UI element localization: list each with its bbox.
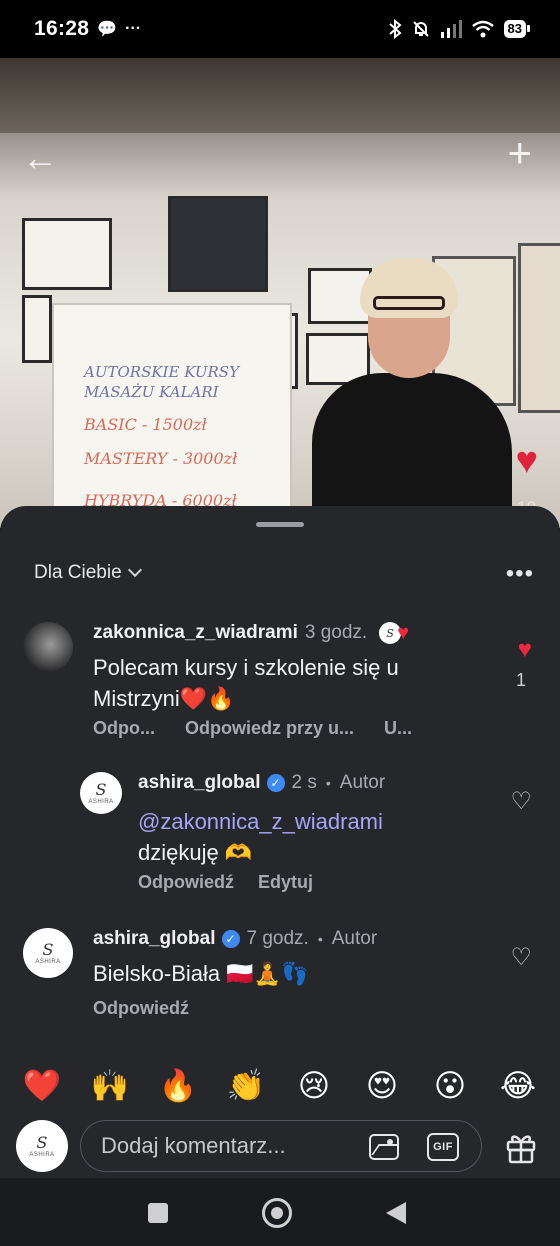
flipchart-line: MASAŻU KALARI [84, 383, 219, 401]
comment-header: ashira_global ✓ 7 godz. • Autor [93, 928, 377, 950]
comment-actions: Odpowiedź [93, 998, 189, 1019]
comment-time: 3 godz. [304, 622, 368, 643]
comment-header: zakonnica_z_wiadrami 3 godz. S ♥ [93, 622, 409, 644]
comment-input[interactable]: Dodaj komentarz... GIF [80, 1120, 482, 1172]
emoji-surprised-button[interactable]: 😮 [428, 1070, 472, 1102]
separator-dot: • [325, 775, 331, 791]
avatar[interactable]: S ASHIRA [80, 772, 122, 814]
filter-label: Dla Ciebie [34, 562, 122, 583]
wifi-icon [471, 20, 494, 38]
plus-icon[interactable]: + [507, 132, 532, 174]
anatomy-poster [518, 243, 560, 413]
emoji-fire-button[interactable]: 🔥 [156, 1070, 200, 1102]
emoji-heart-button[interactable]: ❤️ [20, 1070, 64, 1102]
verified-badge-icon: ✓ [266, 774, 285, 792]
comment-username[interactable]: zakonnica_z_wiadrami [93, 622, 298, 644]
home-circle-icon[interactable] [262, 1198, 292, 1228]
reply-button[interactable]: Odpowiedź [138, 872, 234, 893]
like-count: 1 [515, 670, 526, 690]
comment-username[interactable]: ashira_global [138, 772, 261, 794]
mention-link[interactable]: @zakonnica_z_wiadrami [138, 806, 468, 837]
emoji-raised-hands-button[interactable]: 🙌 [88, 1070, 132, 1102]
comment-text: @zakonnica_z_wiadrami dziękuję 🫶 [138, 806, 468, 868]
emoji-heart-eyes-button[interactable]: 😍 [360, 1070, 404, 1102]
ashira-logo-text: ASHIRA [35, 958, 61, 965]
emoji-laughing-button[interactable]: 😂 [496, 1070, 540, 1102]
chevron-down-icon [127, 562, 142, 578]
avatar[interactable]: S ASHIRA [23, 928, 73, 978]
wall-certificate [22, 295, 52, 363]
comment-item: S ASHIRA ashira_global ✓ 7 godz. • Autor… [0, 924, 560, 1034]
verified-badge-icon: ✓ [221, 930, 240, 948]
video-ceiling [0, 58, 560, 133]
flipchart-line: BASIC - 1500zł [84, 415, 207, 434]
edit-button[interactable]: Edytuj [258, 872, 313, 893]
signal-icon [440, 20, 462, 38]
comment-input-placeholder: Dodaj komentarz... [101, 1133, 286, 1158]
presenter-body [312, 373, 512, 528]
wall-certificate [168, 196, 268, 292]
like-heart-outline-icon[interactable]: ♡ [510, 946, 532, 970]
more-dots-icon: ··· [125, 20, 142, 37]
comment-actions: Odpo... Odpowiedz przy u... U... [93, 718, 412, 739]
author-liked-badge: S ♥ [379, 622, 409, 644]
comment-text: Bielsko-Biała 🇵🇱🧘👣 [93, 961, 309, 986]
comments-filter-dropdown[interactable]: Dla Ciebie [34, 562, 142, 584]
comment-body: dziękuję 🫶 [138, 840, 253, 865]
wall-certificate [22, 218, 112, 290]
avatar[interactable] [23, 622, 73, 672]
emoji-clap-button[interactable]: 👏 [224, 1070, 268, 1102]
gif-icon[interactable]: GIF [427, 1133, 459, 1161]
mute-icon [412, 21, 429, 37]
status-time: 16:28 [34, 17, 90, 40]
reply-button[interactable]: Odpo... [93, 718, 155, 739]
flipchart-line: AUTORSKIE KURSY [84, 363, 239, 381]
comment-reply-item: S ASHIRA ashira_global ✓ 2 s • Autor @za… [0, 768, 560, 908]
comment-action-button[interactable]: U... [384, 718, 412, 739]
comment-time: 2 s [291, 772, 317, 793]
comment-username[interactable]: ashira_global [93, 928, 216, 950]
reply-privately-button[interactable]: Odpowiedz przy u... [185, 718, 354, 739]
comment-text: Polecam kursy i szkolenie się u Mistrzyn… [93, 655, 399, 711]
ashira-logo-mark: S [95, 779, 107, 799]
flipchart: AUTORSKIE KURSY MASAŻU KALARI BASIC - 15… [52, 303, 292, 528]
comment-header: ashira_global ✓ 2 s • Autor [138, 772, 385, 794]
emoji-crying-button[interactable]: 😢 [292, 1070, 336, 1102]
video-like-heart-icon[interactable]: ♥ [515, 442, 538, 480]
like-heart-icon[interactable]: ♥ [518, 638, 532, 662]
status-bar: 16:28 💬 ··· 83 [0, 0, 560, 58]
ashira-logo-mark: S [42, 939, 54, 959]
system-nav-bar [0, 1178, 560, 1246]
ashira-logo-mark: S [36, 1132, 48, 1152]
emoji-reaction-bar: ❤️ 🙌 🔥 👏 😢 😍 😮 😂 [0, 1058, 560, 1114]
like-heart-outline-icon[interactable]: ♡ [510, 790, 532, 814]
comment-actions: Odpowiedź Edytuj [138, 872, 313, 893]
comment-input-row: S ASHIRA Dodaj komentarz... GIF [0, 1116, 560, 1178]
flipchart-line: MASTERY - 3000zł [84, 449, 238, 468]
ashira-logo-text: ASHIRA [88, 798, 114, 805]
bluetooth-icon [388, 19, 402, 39]
ashira-logo-text: ASHIRA [29, 1151, 55, 1158]
gift-icon[interactable] [504, 1130, 538, 1164]
recents-square-icon[interactable] [148, 1203, 168, 1223]
heart-icon: ♥ [397, 622, 410, 644]
reply-button[interactable]: Odpowiedź [93, 998, 189, 1019]
user-avatar: S ASHIRA [16, 1120, 68, 1172]
image-icon[interactable] [369, 1134, 399, 1160]
battery-indicator: 83 [503, 20, 531, 38]
separator-dot: • [317, 931, 323, 947]
comment-item: zakonnica_z_wiadrami 3 godz. S ♥ Polecam… [0, 618, 560, 748]
back-arrow-icon[interactable]: ← [22, 140, 58, 176]
chat-bubble-icon: 💬 [97, 21, 118, 38]
author-badge: Autor [331, 928, 378, 949]
drag-handle[interactable] [256, 522, 304, 527]
comment-time: 7 godz. [246, 928, 309, 949]
presenter-glasses [373, 296, 445, 310]
more-options-button[interactable]: ••• [506, 562, 534, 586]
back-triangle-icon[interactable] [386, 1202, 406, 1224]
author-badge: Autor [339, 772, 386, 793]
video-player[interactable]: AUTORSKIE KURSY MASAŻU KALARI BASIC - 15… [0, 58, 560, 528]
